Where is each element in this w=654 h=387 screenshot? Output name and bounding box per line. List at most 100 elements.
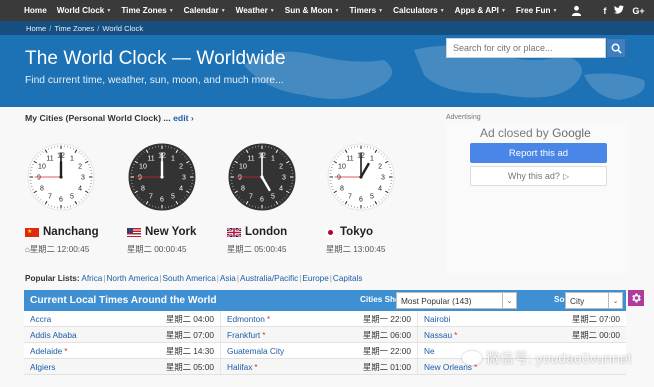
city-link[interactable]: Ne: [424, 346, 435, 356]
clock-number: 3: [282, 175, 286, 182]
table-row: Addis Ababa 星期二 07:00 Frankfurt * 星期二 06:00 N…: [24, 327, 626, 343]
table-cell: Algiers 星期二 05:00: [24, 359, 221, 374]
nav-free-fun[interactable]: Free Fun ▼: [511, 0, 563, 21]
top-nav: Home World Clock ▼ Time Zones ▼ Calendar ▼ …: [0, 0, 654, 21]
local-time: 星期二 04:00: [166, 313, 214, 324]
city-link[interactable]: Nairobi: [424, 314, 450, 324]
page-subtitle: Find current time, weather, sun, moon, a…: [25, 75, 284, 86]
clock-number: 4: [179, 186, 183, 193]
city-link[interactable]: Edmonton: [227, 314, 265, 324]
adchoices-icon: ▷: [562, 171, 570, 181]
city-link[interactable]: Guatemala City: [227, 346, 284, 356]
table-cell: Guatemala City 星期一 22:00: [221, 343, 418, 358]
google-plus-icon[interactable]: G+: [632, 6, 644, 16]
local-time: 星期二 07:00: [166, 329, 214, 340]
clock-face: 121234567891011: [327, 143, 395, 211]
why-this-ad-button[interactable]: Why this ad? ▷: [470, 166, 607, 186]
popular-link-europe[interactable]: Europe: [302, 274, 328, 283]
city-cell: Addis Ababa: [30, 330, 79, 340]
breadcrumb-home[interactable]: Home: [26, 24, 46, 33]
clock-number: 11: [247, 156, 254, 163]
chevron-down-icon: ⌄: [502, 293, 516, 308]
city-new-york[interactable]: New York: [127, 226, 196, 238]
popular-lists-label: Popular Lists:: [25, 274, 80, 283]
city-link[interactable]: Accra: [30, 314, 51, 324]
city-link[interactable]: Addis Ababa: [30, 330, 77, 340]
city-nanchang[interactable]: ★ Nanchang: [25, 226, 99, 238]
caret-down-icon: ▼: [220, 7, 226, 14]
popular-link-asia[interactable]: Asia: [220, 274, 236, 283]
clock-number: 9: [138, 175, 142, 182]
clock-number: 1: [70, 156, 74, 163]
uk-flag-icon: [227, 227, 241, 237]
advertising-label: Advertising: [446, 114, 481, 121]
cities-shown-select[interactable]: Most Popular (143) ⌄: [396, 292, 517, 309]
dst-marker: *: [254, 361, 258, 372]
nav-weather[interactable]: Weather ▼: [231, 0, 280, 21]
city-link[interactable]: Adelaide: [30, 346, 62, 356]
city-cell: Halifax *: [227, 362, 258, 372]
nav-time-zones[interactable]: Time Zones ▼: [116, 0, 178, 21]
table-cell: Halifax * 星期二 01:00: [221, 359, 418, 374]
popular-link-capitals[interactable]: Capitals: [333, 274, 363, 283]
nav-timers[interactable]: Timers ▼: [344, 0, 388, 21]
city-link[interactable]: Algiers: [30, 362, 55, 372]
nav-apps-api[interactable]: Apps & API ▼: [450, 0, 511, 21]
table-cell: Addis Ababa 星期二 07:00: [24, 327, 221, 342]
breadcrumb-separator: /: [49, 23, 52, 33]
report-ad-button[interactable]: Report this ad: [470, 143, 607, 163]
popular-link-south-america[interactable]: South America: [163, 274, 216, 283]
city-cell: Guatemala City: [227, 346, 286, 356]
city-time-new-york: 星期二 00:00:45: [127, 244, 187, 254]
local-time: 星期一 22:00: [363, 345, 411, 356]
my-cities-label: My Cities (Personal World Clock) ...: [25, 113, 171, 123]
clock-number: 8: [40, 186, 44, 193]
city-link[interactable]: Halifax: [227, 362, 252, 372]
social-links: f G+: [603, 5, 645, 16]
clock-number: 8: [241, 186, 245, 193]
local-time: 星期一 22:00: [363, 313, 411, 324]
local-time: 星期二 07:00: [572, 313, 620, 324]
edit-link[interactable]: edit ›: [173, 113, 194, 123]
sort-by-select[interactable]: City ⌄: [565, 292, 623, 309]
user-icon[interactable]: [566, 0, 587, 21]
breadcrumb: Home / Time Zones / World Clock: [0, 21, 654, 35]
local-time: 星期二 14:30: [166, 345, 214, 356]
facebook-icon[interactable]: f: [603, 6, 606, 16]
nav-calendar[interactable]: Calendar ▼: [179, 0, 231, 21]
nav-world-clock[interactable]: World Clock ▼: [52, 0, 117, 21]
clock-number: 9: [337, 175, 341, 182]
popular-link-africa[interactable]: Africa: [81, 274, 102, 283]
gear-icon: [632, 293, 641, 303]
search-input[interactable]: [446, 38, 606, 58]
popular-link-australia-pacific[interactable]: Australia/Pacific: [240, 274, 298, 283]
city-cell: Edmonton *: [227, 314, 270, 324]
city-name: New York: [145, 226, 197, 238]
twitter-icon[interactable]: [614, 5, 625, 16]
city-tokyo[interactable]: Tokyo: [326, 226, 373, 238]
caret-down-icon: ▼: [439, 7, 445, 14]
settings-gear-button[interactable]: [628, 290, 644, 306]
nav-calculators[interactable]: Calculators ▼: [388, 0, 450, 21]
local-time: 星期二 00:00: [572, 329, 620, 340]
nav-home[interactable]: Home: [0, 0, 52, 21]
table-cell: Nairobi 星期二 07:00: [418, 311, 626, 326]
breadcrumb-time-zones[interactable]: Time Zones: [54, 24, 94, 33]
nav-sun-moon[interactable]: Sun & Moon ▼: [280, 0, 345, 21]
city-link[interactable]: Nassau: [424, 330, 452, 340]
chevron-down-icon: ⌄: [608, 293, 622, 308]
city-london[interactable]: London: [227, 226, 287, 238]
clock-number: 4: [78, 186, 82, 193]
clock-number: 9: [37, 175, 41, 182]
clock-number: 7: [48, 194, 52, 201]
clock-number: 2: [279, 164, 283, 171]
clock-number: 3: [182, 175, 186, 182]
clock-number: 10: [239, 164, 247, 171]
clock-number: 5: [70, 194, 74, 201]
city-link[interactable]: Frankfurt: [227, 330, 260, 340]
search-button[interactable]: [606, 38, 626, 58]
popular-link-north-america[interactable]: North America: [107, 274, 159, 283]
city-time-london: 星期二 05:00:45: [227, 244, 287, 254]
clock-number: 6: [160, 197, 164, 204]
table-header: Current Local Times Around the World Cit…: [24, 290, 626, 311]
